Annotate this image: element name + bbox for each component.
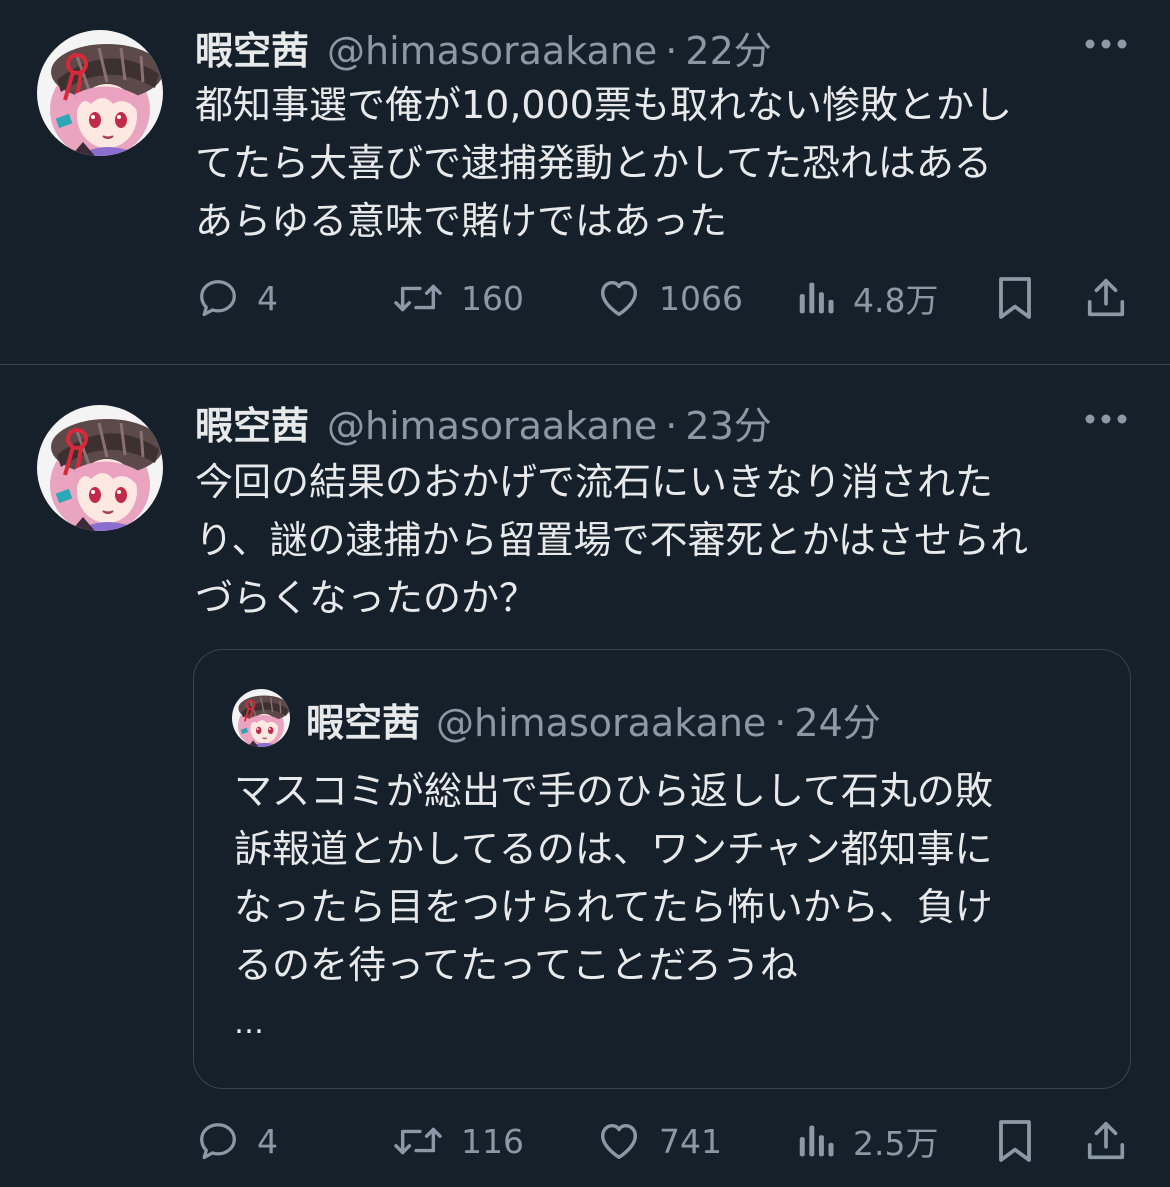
retweet-button[interactable]: 116 (391, 1111, 524, 1171)
views-button[interactable]: 2.5万 (797, 1111, 938, 1171)
more-icon[interactable] (1082, 24, 1130, 64)
more-icon[interactable] (1082, 399, 1130, 439)
reply-count: 4 (257, 278, 278, 318)
author-handle[interactable]: @himasoraakane (327, 29, 657, 73)
tweet-header: 暇空茜 @himasoraakane · 23分 (195, 395, 772, 448)
share-button[interactable] (1083, 268, 1129, 328)
tweet[interactable]: 暇空茜 @himasoraakane · 23分 今回の結果のおかげで流石にいき… (0, 365, 1170, 1187)
like-icon (600, 1123, 638, 1160)
quoted-author-handle[interactable]: @himasoraakane (436, 701, 766, 745)
retweet-icon (394, 284, 442, 312)
share-icon (1087, 1121, 1125, 1160)
avatar[interactable] (37, 405, 163, 531)
bookmark-icon (999, 1120, 1031, 1162)
view-count: 4.8万 (853, 281, 939, 320)
timestamp[interactable]: 23分 (685, 395, 771, 450)
action-bar: 4 160 1066 4.8万 (195, 268, 1135, 328)
quoted-header: 暇空茜 @himasoraakane · 24分 (306, 692, 881, 747)
bookmark-button[interactable] (995, 268, 1035, 328)
reply-button[interactable]: 4 (195, 1111, 278, 1171)
author-name[interactable]: 暇空茜 (195, 20, 309, 75)
like-button[interactable]: 1066 (595, 268, 743, 328)
reply-icon (200, 1123, 236, 1160)
like-icon (600, 280, 638, 317)
views-button[interactable]: 4.8万 (797, 268, 938, 328)
tweet-header: 暇空茜 @himasoraakane · 22分 (195, 20, 772, 73)
tweet-text: 都知事選で俺が10,000票も取れない惨敗とかし てたら大喜びで逮捕発動とかして… (195, 83, 1012, 243)
retweet-button[interactable]: 160 (391, 268, 524, 328)
share-button[interactable] (1083, 1111, 1129, 1171)
bookmark-button[interactable] (995, 1111, 1035, 1171)
action-bar: 4 116 741 2.5万 (195, 1111, 1135, 1171)
quoted-tweet[interactable]: 暇空茜 @himasoraakane · 24分 マスコミが総出で手のひら返しし… (193, 649, 1131, 1089)
like-count: 741 (659, 1121, 722, 1161)
like-button[interactable]: 741 (595, 1111, 722, 1171)
retweet-icon (394, 1127, 442, 1155)
author-name[interactable]: 暇空茜 (195, 395, 309, 450)
bookmark-icon (999, 277, 1031, 319)
tweet-text: 今回の結果のおかげで流石にいきなり消された り、謎の逮捕から留置場で不審死とかは… (195, 460, 1028, 620)
quoted-avatar[interactable] (232, 689, 290, 747)
like-count: 1066 (659, 278, 743, 318)
reply-button[interactable]: 4 (195, 268, 278, 328)
tweet[interactable]: 暇空茜 @himasoraakane · 22分 都知事選で俺が10,000票も… (0, 0, 1170, 364)
timestamp[interactable]: 22分 (685, 20, 771, 75)
reply-count: 4 (257, 1121, 278, 1161)
avatar[interactable] (37, 30, 163, 156)
retweet-count: 160 (461, 278, 524, 318)
views-icon (799, 1125, 834, 1157)
quoted-text: マスコミが総出で手のひら返しして石丸の敗 訴報道とかしてるのは、ワンチャン都知事… (234, 769, 993, 987)
reply-icon (200, 280, 236, 317)
author-handle[interactable]: @himasoraakane (327, 404, 657, 448)
retweet-count: 116 (461, 1121, 524, 1161)
share-icon (1087, 278, 1125, 317)
views-icon (799, 282, 834, 314)
separator-dot: · (774, 701, 787, 745)
view-count: 2.5万 (853, 1124, 939, 1163)
quoted-timestamp[interactable]: 24分 (794, 692, 880, 747)
quoted-author-name[interactable]: 暇空茜 (306, 692, 420, 747)
separator-dot: · (665, 404, 678, 448)
separator-dot: · (665, 29, 678, 73)
quoted-ellipsis: … (234, 1006, 266, 1041)
